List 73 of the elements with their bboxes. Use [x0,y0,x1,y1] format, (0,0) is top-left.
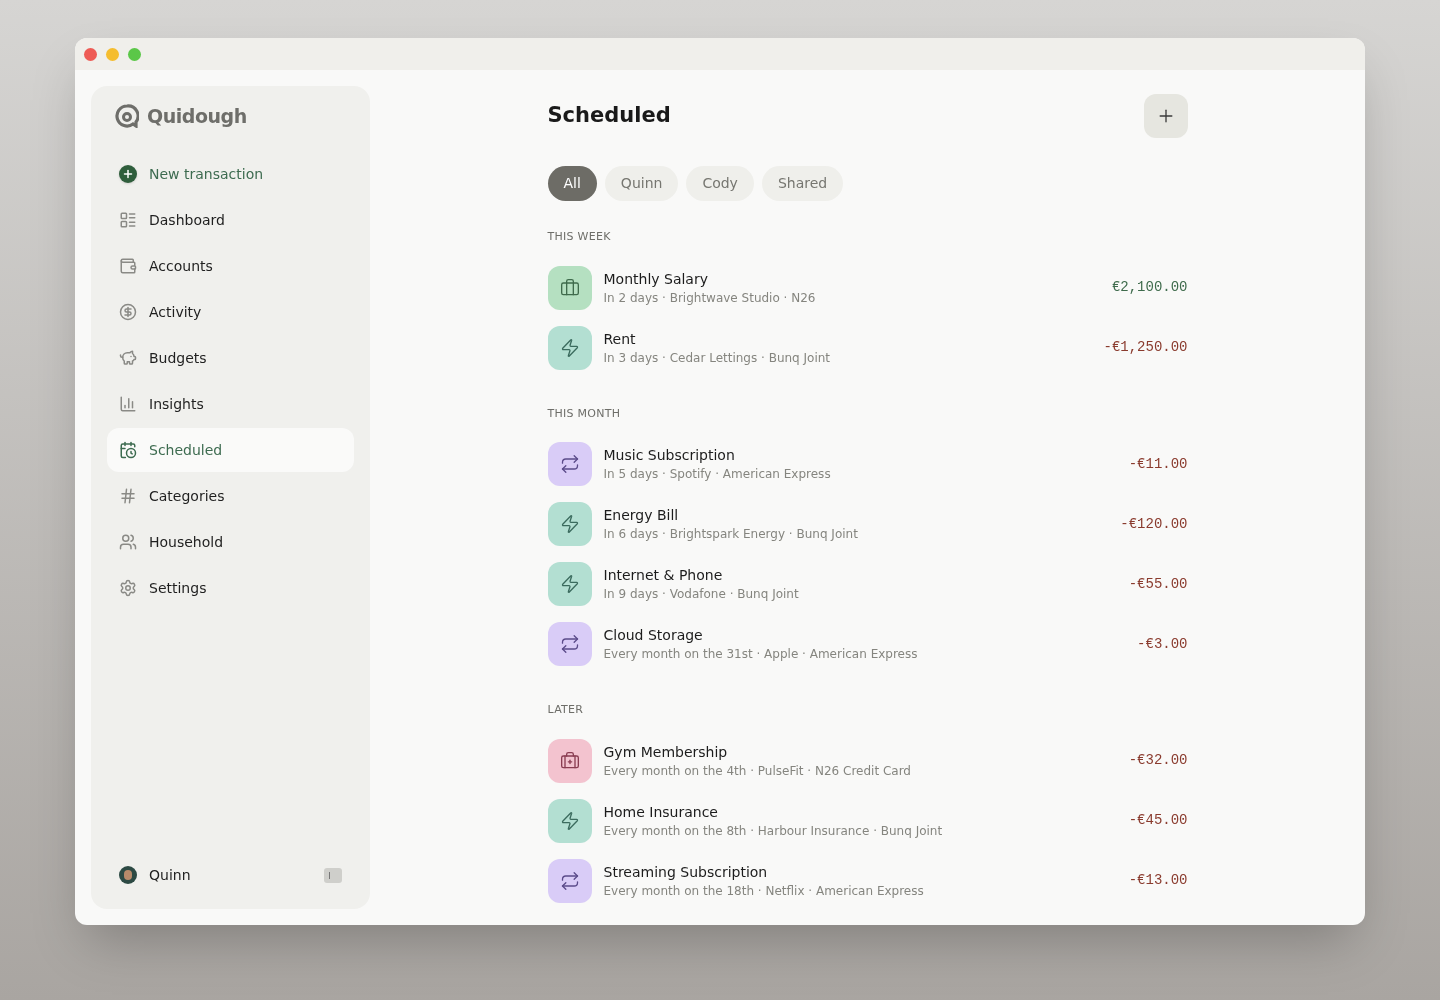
add-button[interactable] [1143,94,1188,138]
lightning-icon [559,810,580,831]
medical-kit-icon [559,750,580,771]
repeat-icon [559,870,580,891]
lightning-icon [559,337,580,358]
sidebar-item[interactable]: Household [107,520,354,564]
transaction-detail: In 2 days · Brightwave Studio · N26 [603,289,817,307]
briefcase-icon [559,277,580,298]
transaction-detail: In 6 days · Brightspark Energy · Bunq Joint [603,526,859,543]
transaction-name: Home Insurance [603,802,719,822]
sidebar-item[interactable]: Scheduled [107,428,354,472]
amount: -€1,250.00 [1103,338,1188,357]
transaction-name: Music Subscription [603,446,736,465]
amount: -€45.00 [1128,811,1188,830]
filter-chip[interactable]: All [547,166,597,201]
amount: -€3.00 [1137,634,1188,654]
transaction-detail: Every month on the 18th · Netflix · American Express [603,882,925,900]
user-name: Quinn [149,865,192,885]
sidebar-item[interactable]: Settings [107,566,354,610]
amount: -€11.00 [1128,454,1188,474]
transaction-detail: In 9 days · Vodafone · Bunq Joint [603,586,800,603]
section-heading: LATER [547,702,585,718]
amount: -€55.00 [1128,574,1188,594]
sidebar-toggle-button[interactable] [324,867,342,883]
people-icon [119,533,137,551]
hash-icon [119,487,137,505]
filter-chip[interactable]: Shared [761,166,844,201]
filter-chip[interactable]: Cody [686,166,754,201]
bar-chart-icon [119,395,137,413]
filter-chip[interactable]: Quinn [604,166,679,201]
zoom-button[interactable] [128,47,141,61]
new-transaction-button[interactable]: New transaction [107,152,354,196]
plus-icon [119,165,137,183]
transaction-detail: Every month on the 8th · Harbour Insurance · Bunq Joint [603,822,944,840]
close-button[interactable] [84,47,97,61]
transaction-name: Gym Membership [603,742,729,762]
section-heading: THIS WEEK [547,229,612,245]
transaction-detail: Every month on the 4th · PulseFit · N26 Credit Card [603,762,912,780]
page-title: Scheduled [547,102,671,130]
lightning-icon [559,574,580,594]
transaction-detail: In 3 days · Cedar Lettings · Bunq Joint [603,349,832,367]
coin-icon [119,303,137,321]
amount: -€120.00 [1120,514,1188,534]
transaction-name: Streaming Subscription [603,862,769,882]
transaction-detail: Every month on the 31st · Apple · American Express [603,646,919,663]
repeat-icon [559,454,580,474]
amount: -€32.00 [1128,751,1188,770]
settings-icon [119,579,137,597]
repeat-icon [559,634,580,654]
sidebar-item[interactable]: Budgets [107,336,354,380]
piggy-bank-icon [119,349,137,367]
transaction-name: Rent [603,329,637,349]
sidebar-item[interactable]: Insights [107,382,354,426]
transaction-name: Monthly Salary [603,269,709,289]
amount: €2,100.00 [1111,278,1188,297]
sidebar-item[interactable]: Categories [107,474,354,518]
lightning-icon [559,514,580,534]
sidebar-item[interactable]: Accounts [107,244,354,288]
avatar [119,866,137,884]
transaction-name: Energy Bill [603,506,680,525]
amount: -€13.00 [1128,871,1188,890]
wallet-icon [119,257,137,275]
calendar-clock-icon [119,441,137,459]
sidebar-item[interactable]: Activity [107,290,354,334]
minimize-button[interactable] [106,47,119,61]
transaction-name: Cloud Storage [603,626,704,645]
app-logo-name: Quidough [147,103,247,129]
logo-icon [115,104,139,128]
transaction-detail: In 5 days · Spotify · American Express [603,466,832,483]
list-icon [119,211,137,229]
transaction-name: Internet & Phone [603,566,724,585]
section-heading: THIS MONTH [547,405,622,422]
sidebar-item[interactable]: Dashboard [107,198,354,242]
